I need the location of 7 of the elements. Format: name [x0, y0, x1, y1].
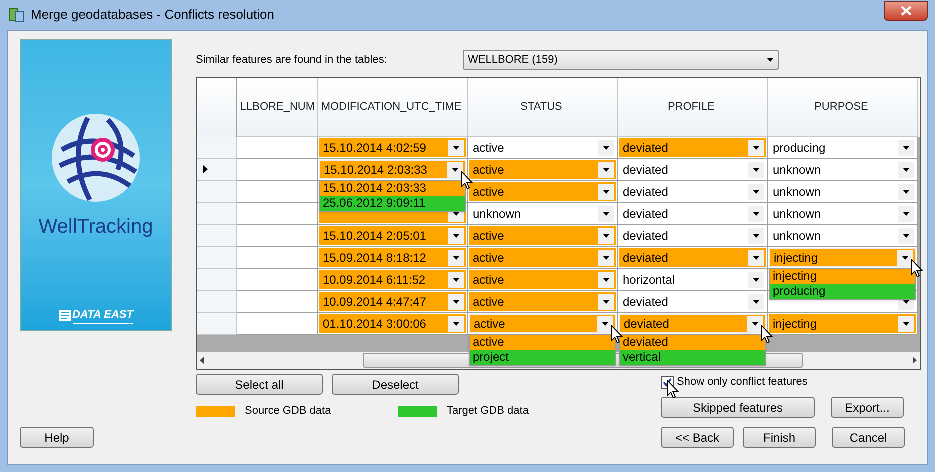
checkbox-label: Show only conflict features	[677, 374, 808, 390]
window-title: Merge geodatabases - Conflicts resolution	[31, 6, 275, 24]
legend-label: Target GDB data	[447, 404, 529, 419]
company-name: DATA EAST	[72, 306, 134, 324]
brand-name: WellTracking	[38, 215, 154, 240]
tables-label: Similar features are found in the tables:	[196, 52, 388, 68]
legend-label: Source GDB data	[245, 404, 332, 419]
